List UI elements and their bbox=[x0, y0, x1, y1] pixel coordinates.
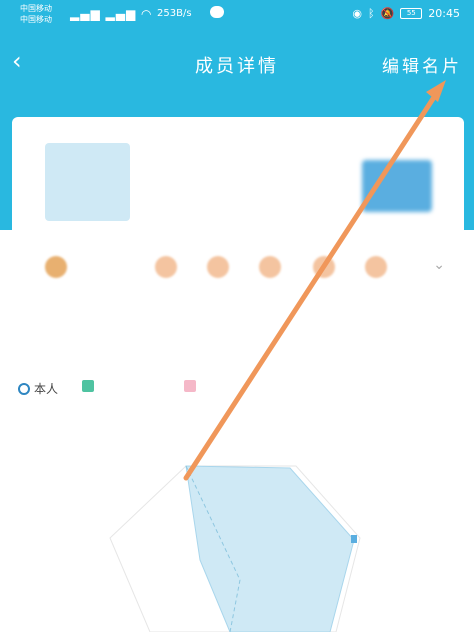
radar-area bbox=[185, 465, 355, 632]
radar-point bbox=[351, 535, 357, 543]
annotation-arrow-head bbox=[426, 80, 446, 102]
radar-chart bbox=[109, 80, 446, 632]
annotation-arrow-line bbox=[183, 85, 443, 481]
